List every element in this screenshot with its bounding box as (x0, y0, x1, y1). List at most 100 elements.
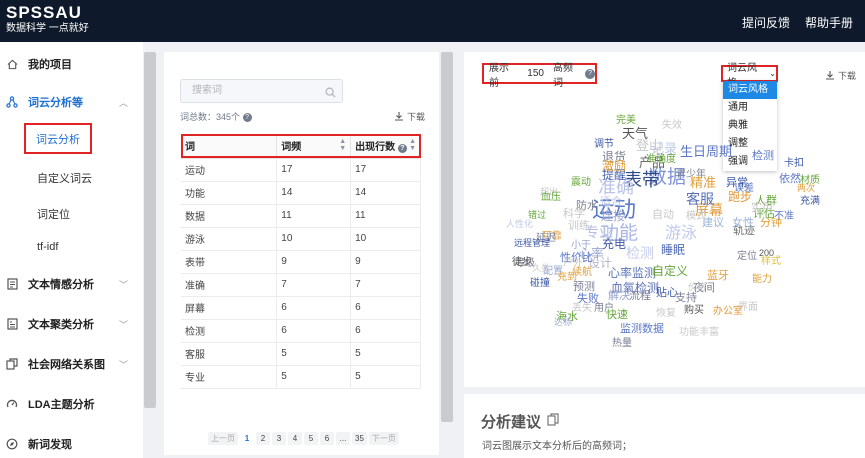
wordcloud-word: 实用 (751, 202, 773, 214)
cell-word: 运动 (181, 158, 278, 182)
sidebar-item-lda[interactable]: LDA主题分析 (0, 394, 143, 414)
page-button[interactable]: 1 (240, 432, 254, 445)
copy-icon[interactable] (547, 413, 559, 430)
network-icon (6, 96, 18, 108)
cell-rows: 5 (350, 342, 421, 366)
wordcloud-word: 青少年 (676, 169, 706, 180)
cell-frequency: 11 (276, 204, 352, 228)
wordcloud: 运动 功能 数据 游泳 表带 准确 屏幕 检测 客服 专业 产品 天气 退货 登山 提醒 心率 充电 设计 睡眠 心率… (484, 86, 829, 378)
show-top-suffix: 高频词 (552, 62, 573, 89)
sidebar-subitem-word-locate[interactable]: 词定位 (37, 206, 70, 222)
cell-frequency: 9 (276, 250, 352, 274)
sidebar: 我的项目 词云分析等 ︿ 词云分析 自定义词云 词定位 tf-idf 文本情感分… (0, 42, 143, 458)
page-button[interactable]: 4 (288, 432, 302, 445)
sidebar-item-sentiment[interactable]: 文本情感分析 ﹀ (0, 274, 143, 294)
table-row[interactable]: 准确 7 7 (181, 273, 421, 297)
word-count-text: 词总数：345个 (180, 112, 241, 122)
word-count-label: 词总数：345个 ? (180, 110, 252, 123)
wordcloud-word: 客服 (686, 191, 714, 207)
wordcloud-word: 自动 (652, 209, 674, 221)
wordcloud-word: 流程 (629, 290, 651, 302)
wordcloud-download-button[interactable]: 下载 (825, 69, 856, 82)
search-icon[interactable] (325, 85, 336, 107)
show-top-control[interactable]: 展示前 150 高频词 ? (482, 63, 597, 89)
list-icon (6, 318, 18, 330)
sidebar-subitem-wordcloud-analysis[interactable]: 词云分析 (24, 123, 92, 154)
table-row[interactable]: 游泳 10 10 (181, 227, 421, 251)
table-scrollbar[interactable] (441, 52, 453, 422)
chevron-down-icon: ⌄ (769, 69, 776, 78)
cell-word: 功能 (181, 181, 278, 205)
wordcloud-word: 激励 (602, 159, 627, 173)
cell-rows: 6 (350, 296, 421, 320)
brand-logo[interactable]: SPSSAU 数据科学 一点就好 (6, 4, 89, 34)
wordcloud-word: 适合 (600, 196, 622, 208)
table-row[interactable]: 专业 5 5 (181, 365, 421, 389)
table-row[interactable]: 屏幕 6 6 (181, 296, 421, 320)
wordcloud-word: 心率监测 (608, 266, 657, 280)
prev-page-button[interactable]: 上一页 (208, 432, 238, 445)
compass-icon (6, 438, 18, 450)
help-icon[interactable]: ? (585, 68, 596, 79)
wordcloud-word: 用户 (594, 303, 614, 314)
table-row[interactable]: 数据 11 11 (181, 204, 421, 228)
table-row[interactable]: 客服 5 5 (181, 342, 421, 366)
table-row[interactable]: 运动 17 17 (181, 158, 421, 182)
page-button[interactable]: 2 (256, 432, 270, 445)
sidebar-item-new-words[interactable]: 新词发现 (0, 434, 143, 454)
document-icon (6, 278, 18, 290)
sidebar-scrollbar[interactable] (144, 52, 156, 408)
sidebar-item-my-projects[interactable]: 我的项目 (0, 54, 143, 74)
table-row[interactable]: 功能 14 14 (181, 181, 421, 205)
sidebar-subitem-tfidf[interactable]: tf-idf (37, 241, 58, 253)
search-input[interactable]: 搜索词 (180, 79, 343, 103)
chevron-up-icon: ︿ (119, 97, 129, 108)
page-button[interactable]: 3 (272, 432, 286, 445)
wordcloud-style-select[interactable]: 词云风格 ⌄ (721, 63, 778, 89)
download-label: 下载 (407, 112, 426, 122)
download-icon (825, 70, 835, 82)
sidebar-item-wordcloud[interactable]: 词云分析等 ︿ (0, 92, 143, 112)
wordcloud-word: 小于 (571, 240, 591, 251)
analysis-advice-panel: 分析建议 词云图展示文本分析后的高频词； (464, 394, 865, 458)
download-icon (394, 111, 404, 123)
wordcloud-word: 女性 (732, 217, 754, 229)
wordcloud-word: 解决 (608, 290, 630, 302)
table-row[interactable]: 检测 6 6 (181, 319, 421, 343)
page-button[interactable]: 6 (320, 432, 334, 445)
feedback-link[interactable]: 提问反馈 (742, 14, 790, 31)
wordcloud-word: 错过 (528, 210, 547, 220)
cell-frequency: 7 (276, 273, 352, 297)
wordcloud-word: 连接 (601, 209, 626, 223)
cell-word: 屏幕 (181, 296, 278, 320)
wordcloud-word: 能力 (752, 274, 772, 285)
cell-rows: 17 (350, 158, 421, 182)
cell-word: 专业 (181, 365, 278, 389)
cell-rows: 6 (350, 319, 421, 343)
table-row[interactable]: 表带 9 9 (181, 250, 421, 274)
wordcloud-word: 丢失 (572, 303, 592, 314)
table-download-button[interactable]: 下载 (394, 110, 425, 123)
cell-word: 表带 (181, 250, 278, 274)
wordcloud-word: 价格 (688, 282, 707, 292)
brand-subtitle: 数据科学 一点就好 (6, 23, 89, 34)
chevron-down-icon: ﹀ (119, 279, 129, 290)
wordcloud-word: 睡眠 (661, 243, 686, 257)
page-button[interactable]: 5 (304, 432, 318, 445)
sidebar-item-social-network[interactable]: 社会网络关系图 ﹀ (0, 354, 143, 374)
sidebar-item-label: 新词发现 (28, 439, 72, 451)
wordcloud-word: 充满 (800, 196, 820, 207)
help-manual-link[interactable]: 帮助手册 (805, 14, 853, 31)
sidebar-item-label: 我的项目 (28, 59, 72, 71)
wordcloud-word: 热量 (612, 338, 632, 349)
sidebar-subitem-custom-wordcloud[interactable]: 自定义词云 (37, 170, 92, 186)
cell-rows: 9 (350, 250, 421, 274)
page-ellipsis[interactable]: ... (336, 432, 350, 445)
show-top-count[interactable]: 150 (527, 68, 544, 79)
cell-word: 游泳 (181, 227, 278, 251)
next-page-button[interactable]: 下一页 (368, 432, 399, 445)
wordcloud-word: 检测 (626, 245, 654, 261)
help-icon[interactable]: ? (242, 113, 252, 123)
sidebar-item-clustering[interactable]: 文本聚类分析 ﹀ (0, 314, 143, 334)
page-button[interactable]: 35 (352, 432, 367, 445)
